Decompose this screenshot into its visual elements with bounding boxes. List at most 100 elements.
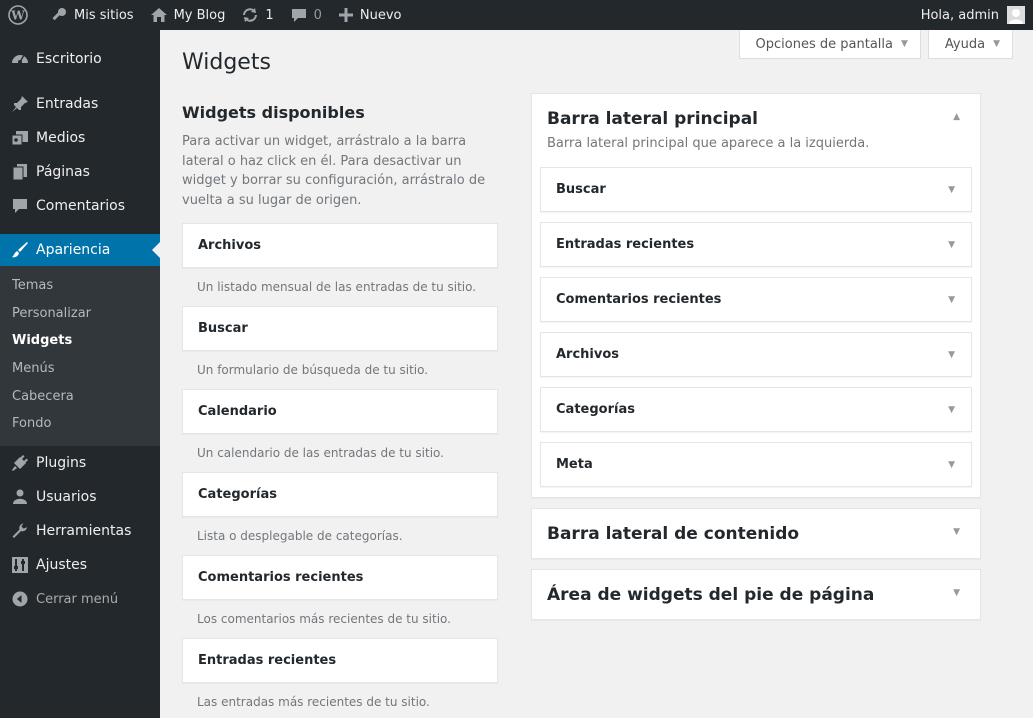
placed-widget-recent-comments[interactable]: Comentarios recientes ▼ [540, 277, 972, 322]
sidebar-title: Barra lateral de contenido [547, 523, 800, 544]
dashboard-icon [10, 49, 30, 69]
caret-down-icon[interactable]: ▼ [948, 460, 955, 470]
plus-icon [338, 8, 353, 22]
my-sites-label: Mis sitios [74, 7, 134, 23]
menu-item-plugins[interactable]: Plugins [0, 446, 160, 480]
widget-calendar[interactable]: Calendario [182, 389, 498, 434]
caret-down-icon[interactable]: ▼ [953, 527, 960, 537]
caret-down-icon[interactable]: ▼ [948, 185, 955, 195]
help-label: Ayuda [944, 36, 986, 52]
comments-count: 0 [313, 7, 322, 23]
settings-icon [10, 555, 30, 575]
placed-widget-search[interactable]: Buscar ▼ [540, 167, 972, 212]
my-sites-menu[interactable]: Mis sitios [42, 0, 142, 30]
key-icon [52, 8, 66, 21]
site-name-menu[interactable]: My Blog [142, 0, 234, 30]
submenu-item-menus[interactable]: Menús [0, 355, 160, 383]
placed-widget-categories[interactable]: Categorías ▼ [540, 387, 972, 432]
admin-bar: W Mis sitios My Blog 1 0 Nuevo Hola, adm… [0, 0, 1033, 30]
widget-description: Lista o desplegable de categorías. [197, 529, 403, 543]
updates-icon [243, 8, 258, 22]
caret-down-icon: ▼ [900, 39, 908, 49]
menu-item-pages[interactable]: Páginas [0, 155, 160, 189]
menu-item-tools[interactable]: Herramientas [0, 514, 160, 548]
wrench-icon [10, 521, 30, 541]
widget-recent-comments[interactable]: Comentarios recientes [182, 555, 498, 600]
menu-item-users[interactable]: Usuarios [0, 480, 160, 514]
submenu-item-header[interactable]: Cabecera [0, 383, 160, 411]
page-title: Widgets [182, 50, 271, 75]
plug-icon [10, 453, 30, 473]
sidebar-footer-header[interactable]: Área de widgets del pie de página ▼ [532, 570, 980, 619]
widget-areas: Barra lateral principal ▲ Barra lateral … [531, 93, 981, 630]
sidebar-content[interactable]: Barra lateral de contenido ▼ [531, 508, 981, 559]
available-widgets-description: Para activar un widget, arrástralo a la … [182, 134, 486, 208]
site-name-label: My Blog [173, 7, 226, 23]
widget-title: Categorías [556, 402, 635, 417]
account-menu[interactable]: Hola, admin [921, 6, 1033, 24]
menu-label: Herramientas [36, 523, 132, 540]
menu-item-comments[interactable]: Comentarios [0, 189, 160, 223]
placed-widget-archives[interactable]: Archivos ▼ [540, 332, 972, 377]
new-content-menu[interactable]: Nuevo [330, 0, 410, 30]
help-button[interactable]: Ayuda ▼ [927, 30, 1013, 59]
sidebar-main-header[interactable]: Barra lateral principal ▲ [532, 94, 980, 143]
submenu-item-background[interactable]: Fondo [0, 410, 160, 438]
placed-widget-recent-posts[interactable]: Entradas recientes ▼ [540, 222, 972, 267]
collapse-menu-button[interactable]: Cerrar menú [0, 582, 160, 616]
widget-title: Entradas recientes [556, 237, 695, 252]
caret-down-icon[interactable]: ▼ [948, 405, 955, 415]
menu-item-settings[interactable]: Ajustes [0, 548, 160, 582]
widget-recent-posts[interactable]: Entradas recientes [182, 638, 498, 683]
comment-icon [10, 196, 30, 216]
user-icon [10, 487, 30, 507]
widget-archives[interactable]: Archivos [182, 223, 498, 268]
placed-widget-meta[interactable]: Meta ▼ [540, 442, 972, 487]
caret-down-icon[interactable]: ▼ [953, 588, 960, 598]
new-label: Nuevo [359, 7, 402, 23]
menu-item-posts[interactable]: Entradas [0, 87, 160, 121]
paintbrush-icon [10, 240, 30, 260]
menu-item-dashboard[interactable]: Escritorio [0, 42, 160, 76]
menu-label: Usuarios [36, 489, 97, 506]
comments-menu[interactable]: 0 [282, 0, 330, 30]
caret-down-icon[interactable]: ▼ [948, 295, 955, 305]
widget-categories[interactable]: Categorías [182, 472, 498, 517]
comment-bubble-icon [291, 9, 306, 22]
main-content: Opciones de pantalla ▼ Ayuda ▼ Widgets W… [160, 30, 1033, 718]
caret-down-icon: ▼ [993, 39, 1000, 49]
available-widgets-title: Widgets disponibles [182, 103, 365, 122]
avatar [1007, 6, 1025, 24]
collapse-menu-label: Cerrar menú [36, 591, 119, 607]
caret-up-icon[interactable]: ▲ [953, 112, 960, 122]
submenu-item-customize[interactable]: Personalizar [0, 300, 160, 328]
available-widgets: Widgets disponibles Para activar un widg… [182, 103, 498, 718]
collapse-arrow-icon [10, 589, 30, 609]
widget-description: Un listado mensual de las entradas de tu… [197, 280, 477, 294]
wordpress-logo-icon[interactable]: W [0, 0, 42, 30]
menu-label: Apariencia [36, 242, 111, 258]
pin-icon [10, 94, 30, 114]
widget-title: Buscar [556, 182, 606, 197]
updates-menu[interactable]: 1 [233, 0, 281, 30]
widget-title: Comentarios recientes [556, 292, 722, 307]
menu-label: Plugins [36, 455, 87, 472]
menu-label: Escritorio [36, 51, 102, 67]
sidebar-footer[interactable]: Área de widgets del pie de página ▼ [531, 569, 981, 620]
menu-label: Páginas [36, 164, 90, 180]
sidebar-main-widgets: Buscar ▼ Entradas recientes ▼ Comentario… [532, 167, 980, 497]
menu-item-media[interactable]: Medios [0, 121, 160, 155]
screen-options-button[interactable]: Opciones de pantalla ▼ [738, 30, 921, 59]
widget-search[interactable]: Buscar [182, 306, 498, 351]
submenu-item-themes[interactable]: Temas [0, 272, 160, 300]
caret-down-icon[interactable]: ▼ [948, 350, 955, 360]
sidebar-content-header[interactable]: Barra lateral de contenido ▼ [532, 509, 980, 558]
updates-count: 1 [265, 7, 274, 23]
screen-meta-links: Opciones de pantalla ▼ Ayuda ▼ [738, 30, 1013, 59]
widget-description: Las entradas más recientes de tu sitio. [197, 695, 430, 709]
submenu-item-widgets[interactable]: Widgets [0, 327, 160, 355]
menu-item-appearance[interactable]: Apariencia [0, 234, 160, 266]
pages-icon [10, 162, 30, 182]
menu-label: Ajustes [36, 557, 88, 574]
caret-down-icon[interactable]: ▼ [948, 240, 955, 250]
